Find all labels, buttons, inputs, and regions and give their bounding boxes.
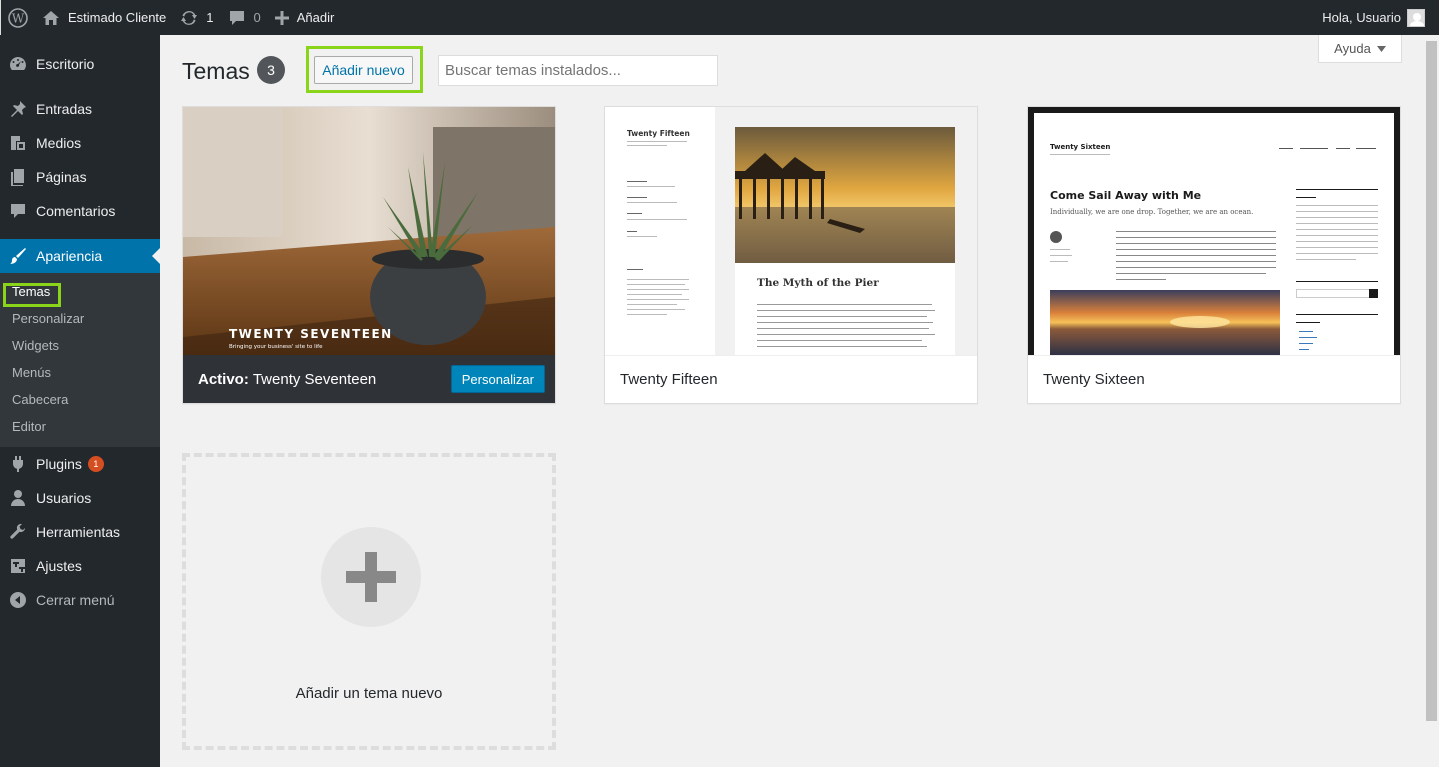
add-new-label: Añadir — [296, 10, 335, 25]
submenu-item-personalizar[interactable]: Personalizar — [0, 305, 160, 332]
shot-title: TWENTY SEVENTEEN — [229, 327, 393, 341]
menu-label: Plugins — [36, 456, 82, 472]
menu-item-escritorio[interactable]: Escritorio — [0, 47, 160, 81]
menu-item-usuarios[interactable]: Usuarios — [0, 481, 160, 515]
submenu-item-cabecera[interactable]: Cabecera — [0, 386, 160, 413]
menu-item-medios[interactable]: Medios — [0, 126, 160, 160]
active-label: Activo: — [198, 370, 249, 388]
menu-item-herramientas[interactable]: Herramientas — [0, 515, 160, 549]
avatar — [1407, 8, 1425, 27]
admin-menu: Escritorio Entradas Medios Páginas Comen… — [0, 35, 160, 767]
theme-name: Twenty Sixteen — [1028, 355, 1400, 403]
menu-item-plugins[interactable]: Plugins 1 — [0, 447, 160, 481]
refresh-icon — [181, 10, 198, 25]
menu-item-paginas[interactable]: Páginas — [0, 160, 160, 194]
theme-name: Twenty Seventeen — [252, 370, 377, 388]
plugins-update-badge: 1 — [87, 456, 104, 472]
user-icon — [9, 489, 27, 507]
theme-card-twenty-fifteen[interactable]: Twenty Fifteen The Myth of the Pier Twen… — [604, 106, 978, 404]
shot-post-title: Come Sail Away with Me — [1050, 189, 1202, 202]
comments-count: 0 — [253, 10, 261, 25]
menu-label: Entradas — [36, 101, 93, 117]
media-icon — [9, 134, 27, 152]
theme-count-badge: 3 — [257, 56, 285, 84]
dashboard-icon — [9, 55, 27, 73]
comment-icon — [9, 202, 27, 220]
svg-text:W: W — [12, 11, 25, 25]
submenu-item-widgets[interactable]: Widgets — [0, 332, 160, 359]
menu-label: Apariencia — [36, 248, 103, 264]
plus-icon — [321, 527, 421, 627]
menu-item-entradas[interactable]: Entradas — [0, 92, 160, 126]
theme-card-twenty-seventeen[interactable]: TWENTY SEVENTEEN Bringing your business'… — [182, 106, 556, 404]
updates-count: 1 — [206, 10, 214, 25]
theme-name-bar: Activo: Twenty Seventeen Personalizar — [183, 355, 555, 403]
home-icon — [43, 10, 59, 25]
collapse-menu-button[interactable]: Cerrar menú — [0, 583, 160, 617]
submenu-item-menus[interactable]: Menús — [0, 359, 160, 386]
add-new-theme-card[interactable]: Añadir un tema nuevo — [182, 453, 556, 750]
menu-label: Medios — [36, 135, 82, 151]
shot-post-subtitle: Individually, we are one drop. Together,… — [1050, 208, 1254, 216]
scrollbar-thumb[interactable] — [1426, 41, 1437, 721]
menu-label: Páginas — [36, 169, 87, 185]
plus-icon — [274, 10, 289, 25]
site-name: Estimado Cliente — [68, 10, 167, 25]
add-new-link[interactable]: Añadir — [268, 0, 342, 35]
menu-label: Usuarios — [36, 490, 92, 506]
brush-icon — [9, 247, 27, 265]
theme-name: Twenty Fifteen — [605, 355, 977, 403]
submenu-item-editor[interactable]: Editor — [0, 413, 160, 440]
menu-label: Ajustes — [36, 558, 82, 574]
theme-screenshot[interactable]: Twenty Fifteen The Myth of the Pier — [605, 107, 977, 355]
menu-label: Comentarios — [36, 203, 116, 219]
collapse-icon — [9, 591, 27, 609]
pin-icon — [9, 100, 27, 118]
theme-screenshot[interactable]: TWENTY SEVENTEEN Bringing your business'… — [183, 107, 555, 355]
shot-post-title: The Myth of the Pier — [757, 277, 879, 289]
user-account-link[interactable]: Hola, Usuario — [1315, 0, 1439, 35]
scrollbar[interactable] — [1424, 35, 1439, 767]
add-new-theme-label: Añadir un tema nuevo — [295, 685, 443, 702]
wrench-icon — [9, 523, 27, 541]
shot-title: Twenty Fifteen — [627, 129, 690, 138]
add-new-theme-button[interactable]: Añadir nuevo — [314, 56, 413, 84]
site-name-link[interactable]: Estimado Cliente — [35, 0, 173, 35]
menu-label: Herramientas — [36, 524, 121, 540]
theme-card-twenty-sixteen[interactable]: Twenty Sixteen Come Sail Away with Me In… — [1027, 106, 1401, 404]
updates-link[interactable]: 1 — [173, 0, 220, 35]
shot-tagline: Bringing your business' site to life — [229, 344, 323, 350]
help-label: Ayuda — [1334, 41, 1371, 56]
search-themes-input[interactable] — [438, 55, 718, 86]
page-title: Temas — [182, 58, 250, 84]
admin-bar: W Estimado Cliente 1 0 Añadir Hola, Usua… — [0, 0, 1439, 35]
settings-icon — [9, 557, 27, 575]
customize-button[interactable]: Personalizar — [450, 365, 545, 393]
comment-bubble-icon — [229, 10, 244, 25]
wp-logo-icon[interactable]: W — [1, 0, 35, 35]
menu-item-comentarios[interactable]: Comentarios — [0, 194, 160, 228]
greeting: Hola, Usuario — [1322, 10, 1401, 25]
temas-highlight — [3, 283, 61, 307]
theme-screenshot[interactable]: Twenty Sixteen Come Sail Away with Me In… — [1028, 107, 1400, 355]
menu-label: Cerrar menú — [36, 592, 115, 608]
menu-item-ajustes[interactable]: Ajustes — [0, 549, 160, 583]
help-tab-button[interactable]: Ayuda — [1318, 35, 1402, 63]
triangle-down-icon — [1376, 45, 1386, 52]
menu-item-apariencia[interactable]: Apariencia — [0, 239, 160, 273]
page-icon — [9, 168, 27, 186]
menu-label: Escritorio — [36, 56, 95, 72]
shot-title: Twenty Sixteen — [1050, 143, 1111, 151]
plugin-icon — [9, 455, 27, 473]
comments-link[interactable]: 0 — [221, 0, 268, 35]
main-content: Ayuda Temas 3 Añadir nuevo Buscar temas … — [160, 35, 1424, 767]
